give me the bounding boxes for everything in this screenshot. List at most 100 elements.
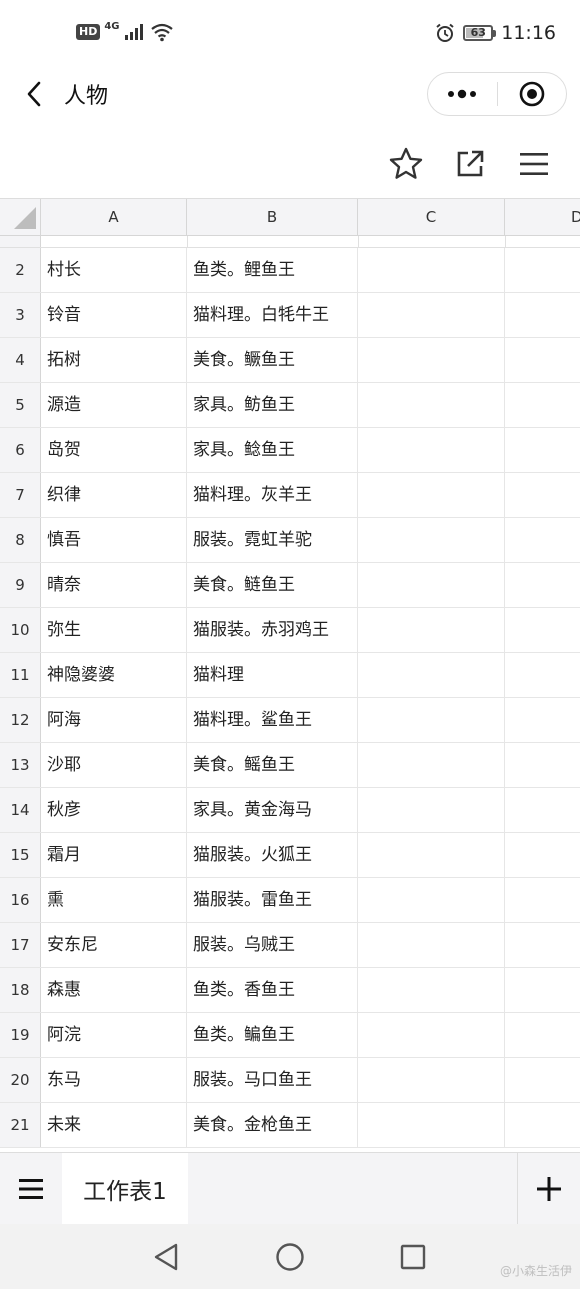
cell-a[interactable]: 拓树 <box>41 338 187 382</box>
cell-b[interactable]: 家具。鲶鱼王 <box>187 428 358 472</box>
row-number[interactable]: 15 <box>0 833 41 877</box>
row-number[interactable]: 8 <box>0 518 41 562</box>
cell-d[interactable] <box>505 428 580 472</box>
cell-a[interactable]: 弥生 <box>41 608 187 652</box>
row-number[interactable]: 2 <box>0 248 41 292</box>
cell-b[interactable]: 服装。乌贼王 <box>187 923 358 967</box>
more-button[interactable] <box>428 72 497 116</box>
cell-c[interactable] <box>358 563 505 607</box>
row-number[interactable]: 5 <box>0 383 41 427</box>
cell-a[interactable]: 源造 <box>41 383 187 427</box>
column-header-a[interactable]: A <box>41 199 187 235</box>
cell-d[interactable] <box>505 248 580 292</box>
cell-b[interactable]: 猫料理 <box>187 653 358 697</box>
cell-d[interactable] <box>505 563 580 607</box>
row-number[interactable]: 6 <box>0 428 41 472</box>
cell-b[interactable]: 服装。霓虹羊驼 <box>187 518 358 562</box>
cell-d[interactable] <box>505 293 580 337</box>
cell-c[interactable] <box>358 653 505 697</box>
cell-a[interactable]: 霜月 <box>41 833 187 877</box>
menu-button[interactable] <box>514 144 554 184</box>
cell-d[interactable] <box>505 1103 580 1147</box>
add-sheet-button[interactable] <box>517 1153 580 1224</box>
cell-d[interactable] <box>505 878 580 922</box>
cell-d[interactable] <box>505 698 580 742</box>
cell-c[interactable] <box>358 923 505 967</box>
cell-c[interactable] <box>358 428 505 472</box>
cell-a[interactable]: 森惠 <box>41 968 187 1012</box>
row-number[interactable]: 14 <box>0 788 41 832</box>
cell-b[interactable]: 猫料理。灰羊王 <box>187 473 358 517</box>
row-number[interactable]: 7 <box>0 473 41 517</box>
cell-d[interactable] <box>505 473 580 517</box>
row-number[interactable]: 3 <box>0 293 41 337</box>
cell-a[interactable]: 东马 <box>41 1058 187 1102</box>
column-header-c[interactable]: C <box>358 199 505 235</box>
cell-b[interactable]: 鱼类。鲤鱼王 <box>187 248 358 292</box>
share-button[interactable] <box>450 144 490 184</box>
cell-b[interactable]: 猫料理。白牦牛王 <box>187 293 358 337</box>
sheet-list-button[interactable] <box>0 1153 62 1224</box>
cell-c[interactable] <box>358 473 505 517</box>
cell-a[interactable]: 未来 <box>41 1103 187 1147</box>
cell-d[interactable] <box>505 383 580 427</box>
select-all-corner[interactable] <box>0 199 41 235</box>
cell-b[interactable]: 美食。鲢鱼王 <box>187 563 358 607</box>
cell-c[interactable] <box>358 788 505 832</box>
cell-b[interactable]: 猫服装。赤羽鸡王 <box>187 608 358 652</box>
row-number[interactable]: 13 <box>0 743 41 787</box>
cell-d[interactable] <box>505 923 580 967</box>
column-header-d[interactable]: D <box>505 199 580 235</box>
cell-b[interactable]: 家具。鲂鱼王 <box>187 383 358 427</box>
row-number[interactable]: 16 <box>0 878 41 922</box>
row-number[interactable]: 4 <box>0 338 41 382</box>
cell-a[interactable]: 安东尼 <box>41 923 187 967</box>
tab-sheet-1[interactable]: 工作表1 <box>62 1153 188 1224</box>
cell-a[interactable]: 村长 <box>41 248 187 292</box>
cell-c[interactable] <box>358 698 505 742</box>
cell-c[interactable] <box>358 1058 505 1102</box>
row-number[interactable]: 17 <box>0 923 41 967</box>
row-number[interactable]: 11 <box>0 653 41 697</box>
row-number[interactable]: 21 <box>0 1103 41 1147</box>
cell-b[interactable]: 鱼类。香鱼王 <box>187 968 358 1012</box>
cell-a[interactable]: 阿浣 <box>41 1013 187 1057</box>
cell-b[interactable]: 家具。黄金海马 <box>187 788 358 832</box>
cell-d[interactable] <box>505 788 580 832</box>
cell-b[interactable]: 美食。鳐鱼王 <box>187 743 358 787</box>
cell-c[interactable] <box>358 293 505 337</box>
cell-a[interactable]: 熏 <box>41 878 187 922</box>
cell-d[interactable] <box>505 653 580 697</box>
cell-c[interactable] <box>358 833 505 877</box>
nav-back-button[interactable] <box>149 1240 183 1274</box>
cell-a[interactable]: 沙耶 <box>41 743 187 787</box>
cell-c[interactable] <box>358 1013 505 1057</box>
cell-b[interactable]: 服装。马口鱼王 <box>187 1058 358 1102</box>
cell-c[interactable] <box>358 338 505 382</box>
cell-a[interactable]: 岛贺 <box>41 428 187 472</box>
cell-c[interactable] <box>358 608 505 652</box>
cell-b[interactable]: 美食。鳜鱼王 <box>187 338 358 382</box>
cell-d[interactable] <box>505 338 580 382</box>
cell-a[interactable]: 秋彦 <box>41 788 187 832</box>
cell-c[interactable] <box>358 383 505 427</box>
cell-c[interactable] <box>358 248 505 292</box>
cell-d[interactable] <box>505 518 580 562</box>
cell-a[interactable]: 神隐婆婆 <box>41 653 187 697</box>
row-number[interactable]: 9 <box>0 563 41 607</box>
favorite-button[interactable] <box>386 144 426 184</box>
cell-c[interactable] <box>358 878 505 922</box>
nav-recents-button[interactable] <box>396 1240 430 1274</box>
cell-d[interactable] <box>505 1013 580 1057</box>
cell-a[interactable]: 晴奈 <box>41 563 187 607</box>
cell-c[interactable] <box>358 1103 505 1147</box>
cell-b[interactable]: 鱼类。鳊鱼王 <box>187 1013 358 1057</box>
back-button[interactable] <box>16 76 52 112</box>
close-miniprogram-button[interactable] <box>498 72 567 116</box>
cell-b[interactable]: 猫服装。雷鱼王 <box>187 878 358 922</box>
spreadsheet-grid[interactable]: A B C D 2村长鱼类。鲤鱼王3铃音猫料理。白牦牛王4拓树美食。鳜鱼王5源造… <box>0 198 580 1153</box>
cell-b[interactable]: 美食。金枪鱼王 <box>187 1103 358 1147</box>
cell-d[interactable] <box>505 833 580 877</box>
cell-c[interactable] <box>358 743 505 787</box>
row-number[interactable]: 12 <box>0 698 41 742</box>
